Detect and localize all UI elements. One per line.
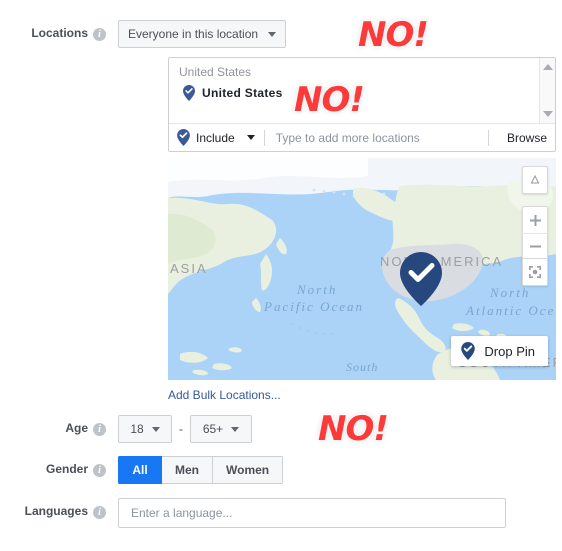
gender-label-wrap: Gender i — [0, 456, 106, 482]
gender-row: Gender i All Men Women — [0, 456, 284, 484]
age-range-group: 18 - 65+ — [118, 415, 252, 443]
scroll-up-arrow-icon[interactable] — [542, 64, 553, 70]
annotation-stamp-no-1: NO! — [356, 15, 431, 55]
gender-option-all[interactable]: All — [118, 456, 162, 484]
chevron-down-icon — [246, 135, 255, 140]
info-icon[interactable]: i — [93, 422, 106, 436]
location-scope-dropdown[interactable]: Everyone in this location — [118, 20, 287, 48]
languages-row: Languages i — [0, 498, 506, 528]
gender-option-men[interactable]: Men — [162, 456, 213, 484]
chevron-down-icon — [231, 426, 240, 432]
drop-pin-button[interactable]: Drop Pin — [451, 336, 548, 366]
include-value: Include — [196, 130, 235, 145]
map-pin-check-icon — [177, 129, 190, 146]
languages-input[interactable] — [129, 505, 495, 521]
info-icon[interactable]: i — [93, 505, 106, 519]
map-compass-control[interactable] — [522, 166, 548, 194]
chevron-down-icon — [151, 426, 160, 432]
selected-locations-box: United States United States Include Type… — [168, 57, 556, 152]
locations-input-row: Include Browse — [169, 123, 555, 151]
selected-location-pin[interactable] — [400, 252, 442, 311]
divider — [487, 129, 489, 146]
map-pin-check-icon — [183, 85, 195, 101]
divider — [263, 129, 265, 146]
gender-option-women[interactable]: Women — [213, 456, 284, 484]
list-item[interactable]: United States — [169, 81, 555, 101]
locations-group-header: United States — [179, 65, 252, 79]
locations-row: Locations i Everyone in this location — [0, 20, 287, 48]
gender-segmented-control: All Men Women — [118, 456, 284, 484]
locations-label-wrap: Locations i — [0, 20, 106, 46]
selected-locations-list: United States United States — [169, 58, 555, 123]
age-row: Age i 18 - 65+ — [0, 415, 252, 443]
list-item-label: United States — [202, 86, 283, 100]
add-bulk-locations-link[interactable]: Add Bulk Locations... — [168, 388, 281, 402]
info-icon[interactable]: i — [93, 27, 106, 41]
location-search-input[interactable] — [273, 129, 479, 146]
age-label: Age — [65, 421, 88, 435]
drop-pin-label: Drop Pin — [484, 343, 535, 359]
minus-icon[interactable] — [522, 233, 548, 259]
plus-icon[interactable] — [522, 207, 548, 233]
annotation-stamp-no-3: NO! — [316, 409, 391, 449]
map-fullscreen-control[interactable] — [522, 258, 548, 286]
age-min-dropdown[interactable]: 18 — [118, 415, 172, 443]
languages-label-wrap: Languages i — [0, 498, 106, 524]
map-pin-checkmark-large-icon — [400, 252, 442, 306]
map-pin-check-icon — [461, 342, 476, 360]
locations-label: Locations — [31, 26, 88, 40]
location-map[interactable]: ASIA NORTH AMERICA SOUTH AMERICA North P… — [168, 158, 556, 380]
include-exclude-dropdown[interactable]: Include — [177, 129, 255, 146]
facebook-ads-audience-form: Locations i Everyone in this location Un… — [0, 0, 562, 551]
compass-icon[interactable] — [522, 167, 548, 193]
age-min-value: 18 — [130, 422, 144, 436]
fullscreen-icon[interactable] — [522, 259, 548, 285]
languages-input-box[interactable] — [118, 498, 506, 528]
languages-label: Languages — [24, 504, 88, 518]
scroll-down-arrow-icon[interactable] — [542, 111, 553, 117]
browse-button[interactable]: Browse — [498, 131, 547, 145]
info-icon[interactable]: i — [93, 463, 106, 477]
map-zoom-control[interactable] — [522, 206, 548, 260]
locations-scrollbar[interactable] — [539, 58, 555, 123]
age-label-wrap: Age i — [0, 415, 106, 441]
age-range-separator: - — [179, 422, 183, 436]
chevron-down-icon — [268, 31, 277, 37]
gender-label: Gender — [45, 462, 88, 476]
age-max-dropdown[interactable]: 65+ — [190, 415, 252, 443]
location-scope-value: Everyone in this location — [128, 27, 259, 41]
age-max-value: 65+ — [202, 422, 224, 436]
